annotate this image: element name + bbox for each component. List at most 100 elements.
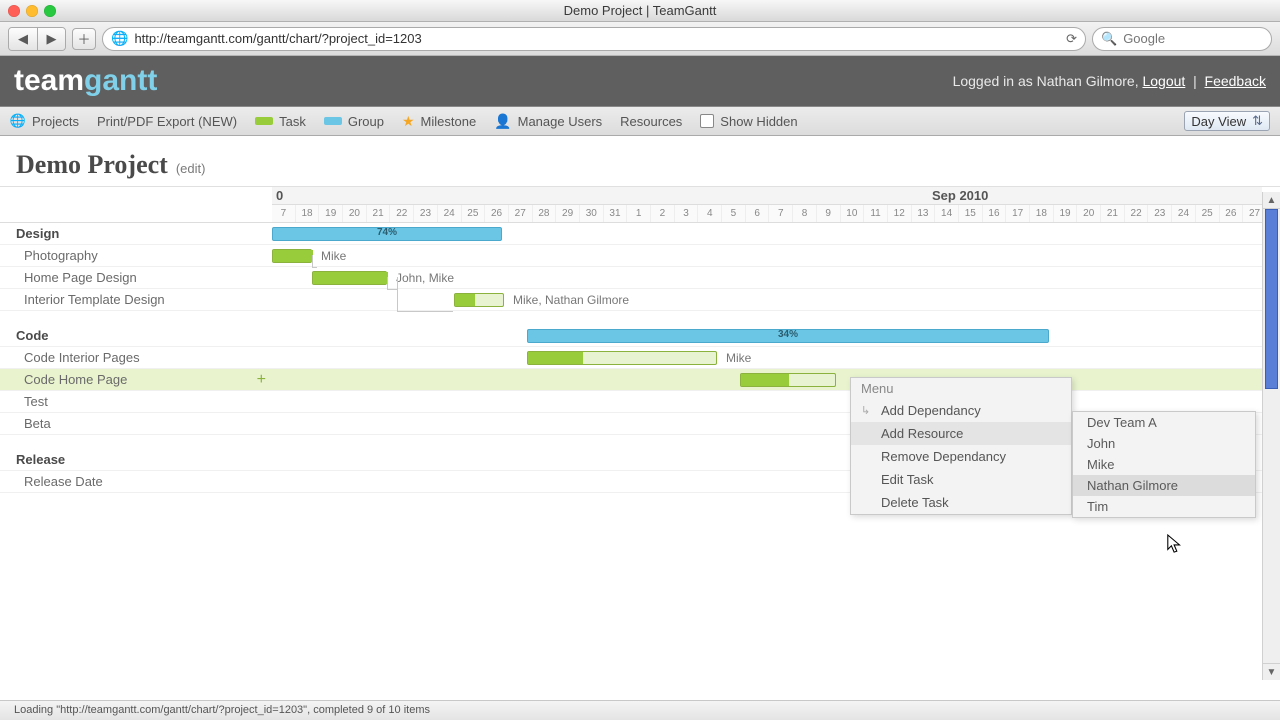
- resources-label: Resources: [620, 114, 682, 129]
- add-milestone-button[interactable]: ★Milestone: [402, 113, 476, 130]
- row-label: Test: [24, 394, 48, 409]
- user-name: Nathan Gilmore: [1037, 73, 1135, 89]
- row-label: Release Date: [24, 474, 103, 489]
- group-row[interactable]: Design: [0, 223, 272, 245]
- task-bar[interactable]: Mike: [527, 351, 717, 365]
- projects-icon: 🌐: [10, 113, 26, 129]
- projects-button[interactable]: 🌐Projects: [10, 113, 79, 129]
- timeline-row[interactable]: John, Mike: [272, 267, 1262, 289]
- timeline-row[interactable]: [272, 369, 1262, 391]
- menu-edit-task[interactable]: Edit Task: [851, 468, 1071, 491]
- add-bookmark-button[interactable]: ＋: [72, 28, 96, 50]
- task-row[interactable]: Release Date: [0, 471, 272, 493]
- print-button[interactable]: Print/PDF Export (NEW): [97, 114, 237, 129]
- resource-option[interactable]: Nathan Gilmore: [1073, 475, 1255, 496]
- context-menu[interactable]: Menu ↳ Add Dependancy Add Resource Remove…: [850, 377, 1072, 515]
- timeline-row[interactable]: Mike: [272, 347, 1262, 369]
- feedback-link[interactable]: Feedback: [1205, 73, 1266, 89]
- day-cell: 10: [841, 205, 865, 222]
- day-cell: 5: [722, 205, 746, 222]
- gantt-chart: DesignPhotography Home Page Design Interio…: [0, 186, 1280, 702]
- add-task-icon[interactable]: +: [257, 371, 266, 389]
- add-task-button[interactable]: Task: [255, 114, 306, 129]
- task-row[interactable]: Beta: [0, 413, 272, 435]
- menu-label: Add Resource: [881, 426, 963, 441]
- resource-option[interactable]: Mike: [1073, 454, 1255, 475]
- scroll-down-arrow[interactable]: ▼: [1263, 663, 1280, 680]
- timeline-row[interactable]: Mike, Nathan Gilmore: [272, 289, 1262, 311]
- menu-label: Add Dependancy: [881, 403, 981, 418]
- task-row[interactable]: Home Page Design: [0, 267, 272, 289]
- day-cell: 31: [604, 205, 628, 222]
- assignee-label: John, Mike: [396, 271, 454, 285]
- vertical-scrollbar[interactable]: ▲ ▼: [1262, 192, 1280, 680]
- timeline-row[interactable]: 74%: [272, 223, 1262, 245]
- day-cell: 30: [580, 205, 604, 222]
- logout-link[interactable]: Logout: [1142, 73, 1185, 89]
- url-bar[interactable]: 🌐 http://teamgantt.com/gantt/chart/?proj…: [102, 27, 1086, 51]
- resource-option[interactable]: John: [1073, 433, 1255, 454]
- window-title: Demo Project | TeamGantt: [0, 3, 1280, 18]
- logo-text-a: team: [14, 64, 84, 97]
- manage-users-button[interactable]: 👤Manage Users: [494, 113, 602, 130]
- show-hidden-toggle[interactable]: Show Hidden: [700, 114, 797, 129]
- logo[interactable]: teamgantt: [14, 64, 157, 98]
- app-header: teamgantt Logged in as Nathan Gilmore, L…: [0, 56, 1280, 106]
- add-group-button[interactable]: Group: [324, 114, 384, 129]
- menu-delete-task[interactable]: Delete Task: [851, 491, 1071, 514]
- timeline-row[interactable]: 34%: [272, 325, 1262, 347]
- app-toolbar: 🌐Projects Print/PDF Export (NEW) Task Gr…: [0, 106, 1280, 136]
- menu-label: Delete Task: [881, 495, 949, 510]
- task-bar[interactable]: Mike, Nathan Gilmore: [454, 293, 504, 307]
- scroll-up-arrow[interactable]: ▲: [1263, 192, 1280, 209]
- search-input[interactable]: [1123, 31, 1280, 46]
- day-cell: 18: [296, 205, 320, 222]
- edit-project-link[interactable]: (edit): [176, 161, 206, 176]
- resource-option[interactable]: Tim: [1073, 496, 1255, 517]
- manage-users-label: Manage Users: [518, 114, 603, 129]
- menu-add-resource[interactable]: Add Resource: [851, 422, 1071, 445]
- task-row[interactable]: Interior Template Design: [0, 289, 272, 311]
- day-cell: 22: [1125, 205, 1149, 222]
- timeline-row[interactable]: [272, 391, 1262, 413]
- day-cell: 4: [698, 205, 722, 222]
- day-cell: 21: [1101, 205, 1125, 222]
- group-row[interactable]: Release: [0, 449, 272, 471]
- forward-button[interactable]: ▶: [37, 28, 65, 50]
- back-button[interactable]: ◀: [9, 28, 37, 50]
- group-bar[interactable]: 74%: [272, 227, 502, 241]
- day-cell: 27: [509, 205, 533, 222]
- dependency-line: [312, 267, 317, 268]
- task-row[interactable]: Code Interior Pages: [0, 347, 272, 369]
- search-bar[interactable]: 🔍: [1092, 27, 1272, 51]
- day-cell: 24: [438, 205, 462, 222]
- task-bar[interactable]: Mike: [272, 249, 312, 263]
- dependency-icon: ↳: [861, 404, 870, 417]
- menu-remove-dependency[interactable]: Remove Dependancy: [851, 445, 1071, 468]
- day-cell: 25: [1196, 205, 1220, 222]
- scroll-thumb[interactable]: [1265, 209, 1278, 389]
- assignee-label: Mike, Nathan Gilmore: [513, 293, 629, 307]
- reload-button[interactable]: ⟳: [1066, 31, 1077, 47]
- resource-option[interactable]: Dev Team A: [1073, 412, 1255, 433]
- group-bar[interactable]: 34%: [527, 329, 1049, 343]
- task-bar[interactable]: John, Mike: [312, 271, 387, 285]
- task-row[interactable]: Test: [0, 391, 272, 413]
- day-cell: 18: [1030, 205, 1054, 222]
- group-row[interactable]: Code: [0, 325, 272, 347]
- view-select[interactable]: Day View⇅: [1184, 111, 1270, 131]
- menu-add-dependency[interactable]: ↳ Add Dependancy: [851, 399, 1071, 422]
- task-row[interactable]: Photography: [0, 245, 272, 267]
- dependency-line: [312, 255, 313, 267]
- resources-button[interactable]: Resources: [620, 114, 682, 129]
- context-menu-title: Menu: [851, 378, 1071, 399]
- day-cell: 20: [1077, 205, 1101, 222]
- resource-submenu[interactable]: Dev Team AJohnMikeNathan GilmoreTim: [1072, 411, 1256, 518]
- row-label: Home Page Design: [24, 270, 137, 285]
- task-row[interactable]: Code Home Page+: [0, 369, 272, 391]
- timeline-row[interactable]: Mike: [272, 245, 1262, 267]
- task-bar[interactable]: [740, 373, 836, 387]
- day-cell: 22: [390, 205, 414, 222]
- day-cell: 28: [533, 205, 557, 222]
- timeline[interactable]: 0 Sep 2010 71819202122232425262728293031…: [272, 187, 1262, 702]
